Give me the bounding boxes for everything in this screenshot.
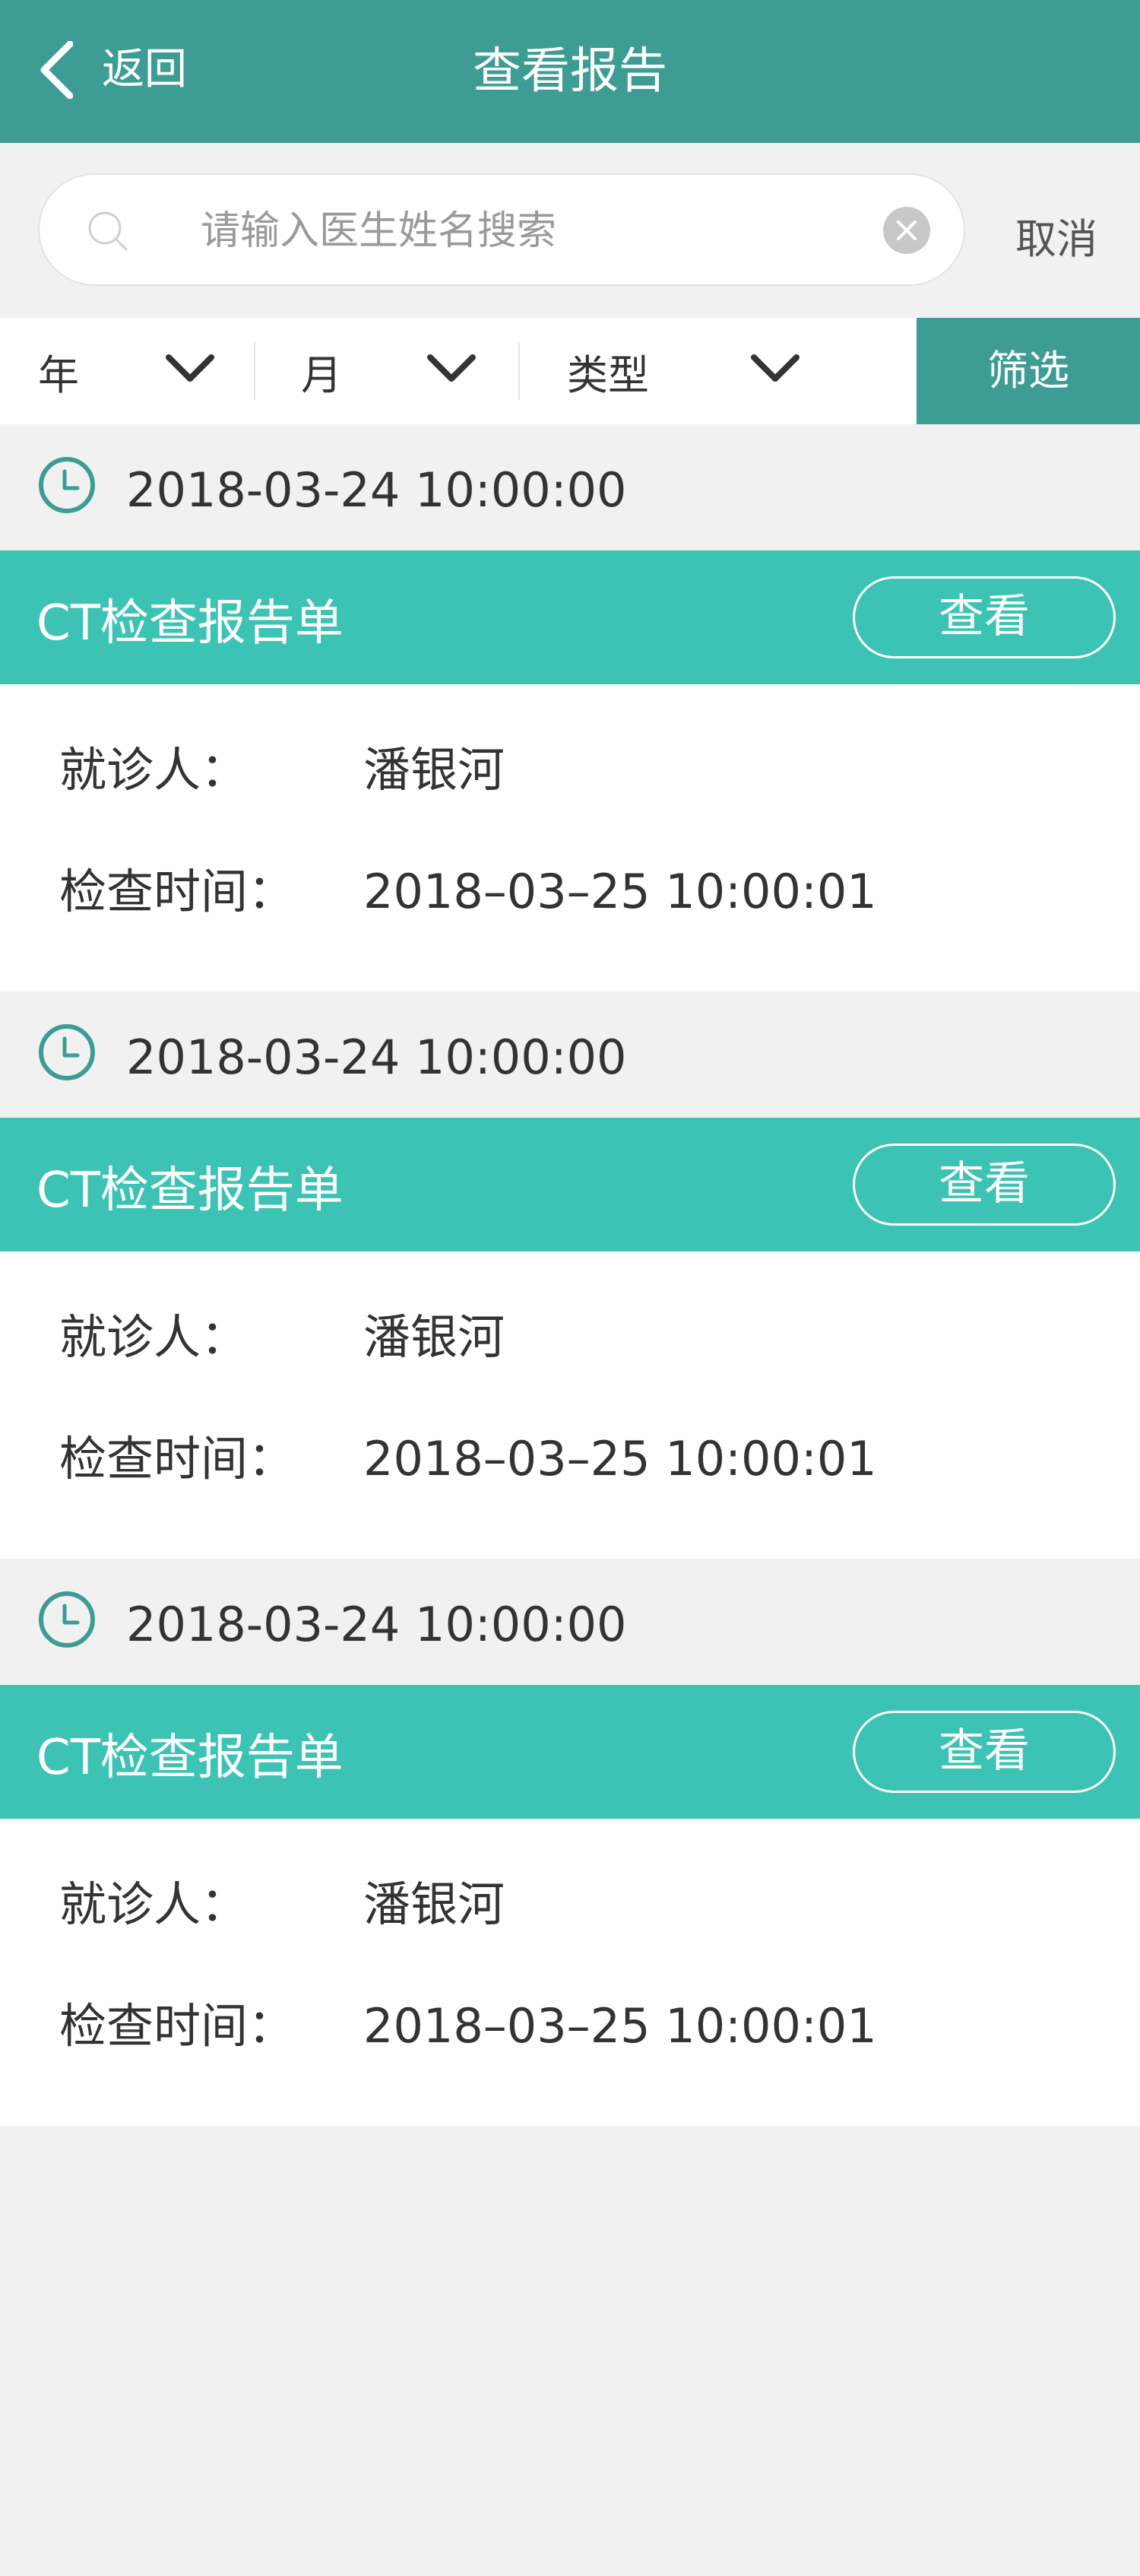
type-select[interactable]: 类型 bbox=[567, 318, 810, 424]
page-title: 查看报告 bbox=[473, 43, 667, 100]
view-report-button[interactable]: 查看 bbox=[853, 1711, 1116, 1793]
exam-time-label: 检查时间： bbox=[59, 1998, 296, 2054]
patient-value: 潘银河 bbox=[363, 1876, 505, 1932]
clock-icon bbox=[39, 1024, 95, 1080]
record-date-row: 2018-03-24 10:00:00 bbox=[0, 1559, 1140, 1685]
exam-time-value: 2018–03–25 10:00:01 bbox=[363, 1431, 877, 1486]
record-date-row: 2018-03-24 10:00:00 bbox=[0, 991, 1140, 1118]
view-report-button[interactable]: 查看 bbox=[853, 576, 1116, 658]
filter-bar: 年 月 类型 筛选 bbox=[0, 318, 1140, 424]
patient-field: 就诊人： 潘银河 bbox=[59, 1299, 505, 1367]
filter-apply-button[interactable]: 筛选 bbox=[917, 318, 1140, 424]
top-nav-bar: 返回 查看报告 bbox=[0, 0, 1140, 143]
clock-icon bbox=[39, 457, 95, 513]
patient-label: 就诊人： bbox=[59, 1876, 249, 1932]
month-select-label: 月 bbox=[301, 351, 342, 399]
report-card-header: CT检查报告单 查看 bbox=[0, 1685, 1140, 1819]
patient-value: 潘银河 bbox=[363, 742, 505, 798]
search-bar: 取消 bbox=[0, 143, 1140, 318]
report-title: CT检查报告单 bbox=[36, 595, 344, 652]
clock-icon bbox=[39, 1591, 95, 1648]
exam-time-value: 2018–03–25 10:00:01 bbox=[363, 1998, 877, 2054]
search-input[interactable] bbox=[199, 204, 886, 259]
chevron-down-icon bbox=[751, 354, 800, 382]
patient-value: 潘银河 bbox=[363, 1309, 505, 1365]
patient-label: 就诊人： bbox=[59, 1309, 249, 1365]
report-title: CT检查报告单 bbox=[36, 1730, 344, 1786]
patient-field: 就诊人： 潘银河 bbox=[59, 1866, 505, 1934]
type-select-label: 类型 bbox=[567, 351, 649, 399]
report-record: 2018-03-24 10:00:00 CT检查报告单 查看 就诊人： 潘银河 检… bbox=[0, 424, 1140, 991]
clear-icon[interactable] bbox=[882, 205, 932, 255]
patient-field: 就诊人： 潘银河 bbox=[59, 731, 505, 800]
exam-time-field: 检查时间： 2018–03–25 10:00:01 bbox=[59, 1420, 877, 1489]
search-box bbox=[38, 173, 965, 286]
record-date-row: 2018-03-24 10:00:00 bbox=[0, 424, 1140, 550]
report-card-header: CT检查报告单 查看 bbox=[0, 550, 1140, 684]
exam-time-value: 2018–03–25 10:00:01 bbox=[363, 864, 877, 919]
report-record: 2018-03-24 10:00:00 CT检查报告单 查看 就诊人： 潘银河 检… bbox=[0, 991, 1140, 1559]
report-record: 2018-03-24 10:00:00 CT检查报告单 查看 就诊人： 潘银河 检… bbox=[0, 1559, 1140, 2126]
view-report-button[interactable]: 查看 bbox=[853, 1144, 1116, 1226]
exam-time-field: 检查时间： 2018–03–25 10:00:01 bbox=[59, 1988, 877, 2056]
report-card-body: 就诊人： 潘银河 检查时间： 2018–03–25 10:00:01 bbox=[0, 684, 1140, 991]
report-card-header: CT检查报告单 查看 bbox=[0, 1118, 1140, 1252]
exam-time-label: 检查时间： bbox=[59, 864, 296, 919]
chevron-down-icon bbox=[166, 354, 214, 382]
year-select-label: 年 bbox=[38, 351, 79, 399]
record-date: 2018-03-24 10:00:00 bbox=[126, 1597, 627, 1652]
record-date: 2018-03-24 10:00:00 bbox=[126, 1029, 627, 1085]
report-card-body: 就诊人： 潘银河 检查时间： 2018–03–25 10:00:01 bbox=[0, 1819, 1140, 2126]
exam-time-field: 检查时间： 2018–03–25 10:00:01 bbox=[59, 853, 877, 922]
report-card-body: 就诊人： 潘银河 检查时间： 2018–03–25 10:00:01 bbox=[0, 1252, 1140, 1559]
search-icon bbox=[88, 211, 128, 251]
year-select[interactable]: 年 bbox=[38, 318, 220, 424]
cancel-button[interactable]: 取消 bbox=[1015, 205, 1097, 265]
filter-divider bbox=[518, 342, 520, 400]
record-date: 2018-03-24 10:00:00 bbox=[126, 462, 627, 518]
report-title: CT检查报告单 bbox=[36, 1163, 344, 1219]
exam-time-label: 检查时间： bbox=[59, 1431, 296, 1486]
filter-divider bbox=[254, 342, 255, 400]
patient-label: 就诊人： bbox=[59, 742, 249, 798]
month-select[interactable]: 月 bbox=[301, 318, 483, 424]
chevron-down-icon bbox=[427, 354, 476, 382]
